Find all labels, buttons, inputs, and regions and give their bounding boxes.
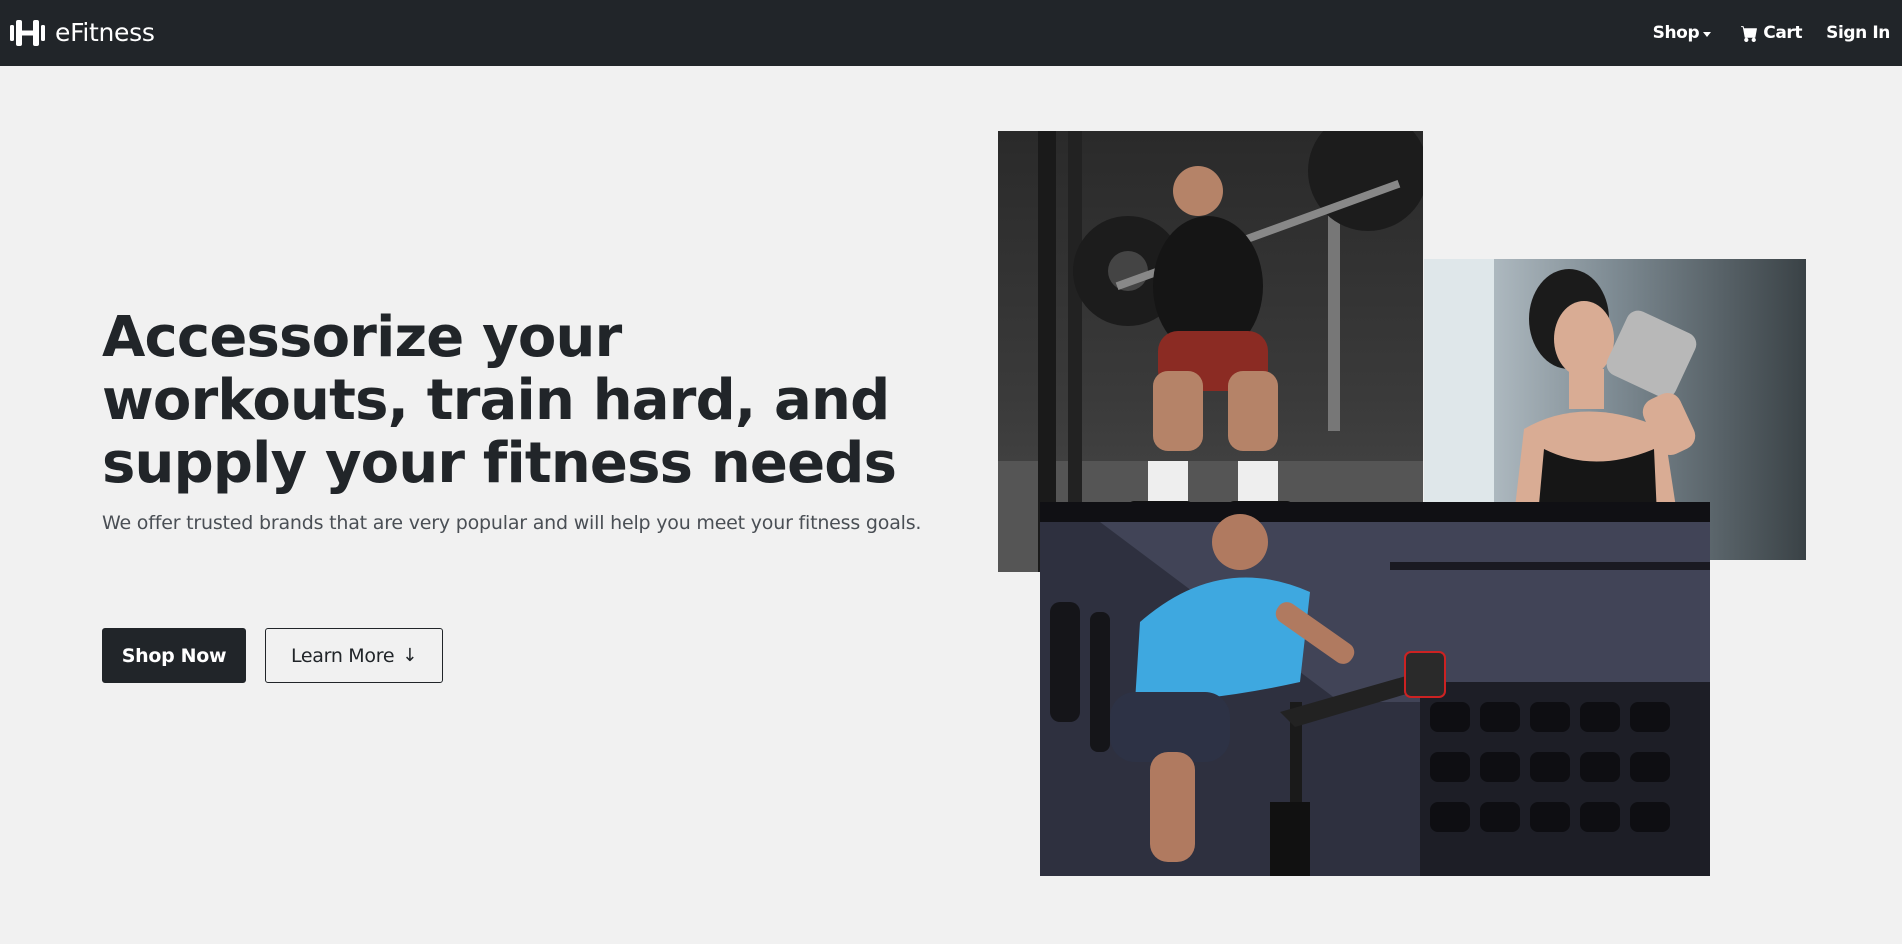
hero-image-bike [1040,502,1710,876]
caret-down-icon [1703,31,1712,37]
shop-dropdown[interactable]: Shop [1653,23,1712,43]
cart-label: Cart [1763,23,1803,43]
shop-label: Shop [1652,23,1700,43]
sign-in-link[interactable]: Sign In [1826,23,1890,43]
hero-subtitle: We offer trusted brands that are very po… [102,512,922,534]
navbar: eFitness Shop Cart Sign In [0,0,1902,66]
cart-link[interactable]: Cart [1741,23,1803,43]
nav-menu: Shop Cart Sign In [1653,0,1891,66]
shop-now-button[interactable]: Shop Now [102,628,246,683]
hero-title: Accessorize your workouts, train hard, a… [102,305,897,496]
learn-more-label: Learn More [290,644,395,667]
arrow-down-icon: ↓ [402,645,418,666]
learn-more-button[interactable]: Learn More ↓ [265,628,443,683]
brand-name: eFitness [55,18,155,47]
cart-icon [1741,25,1758,42]
brand-link[interactable]: eFitness [10,18,155,48]
shop-now-label: Shop Now [121,644,227,667]
dumbbell-icon [10,20,45,46]
